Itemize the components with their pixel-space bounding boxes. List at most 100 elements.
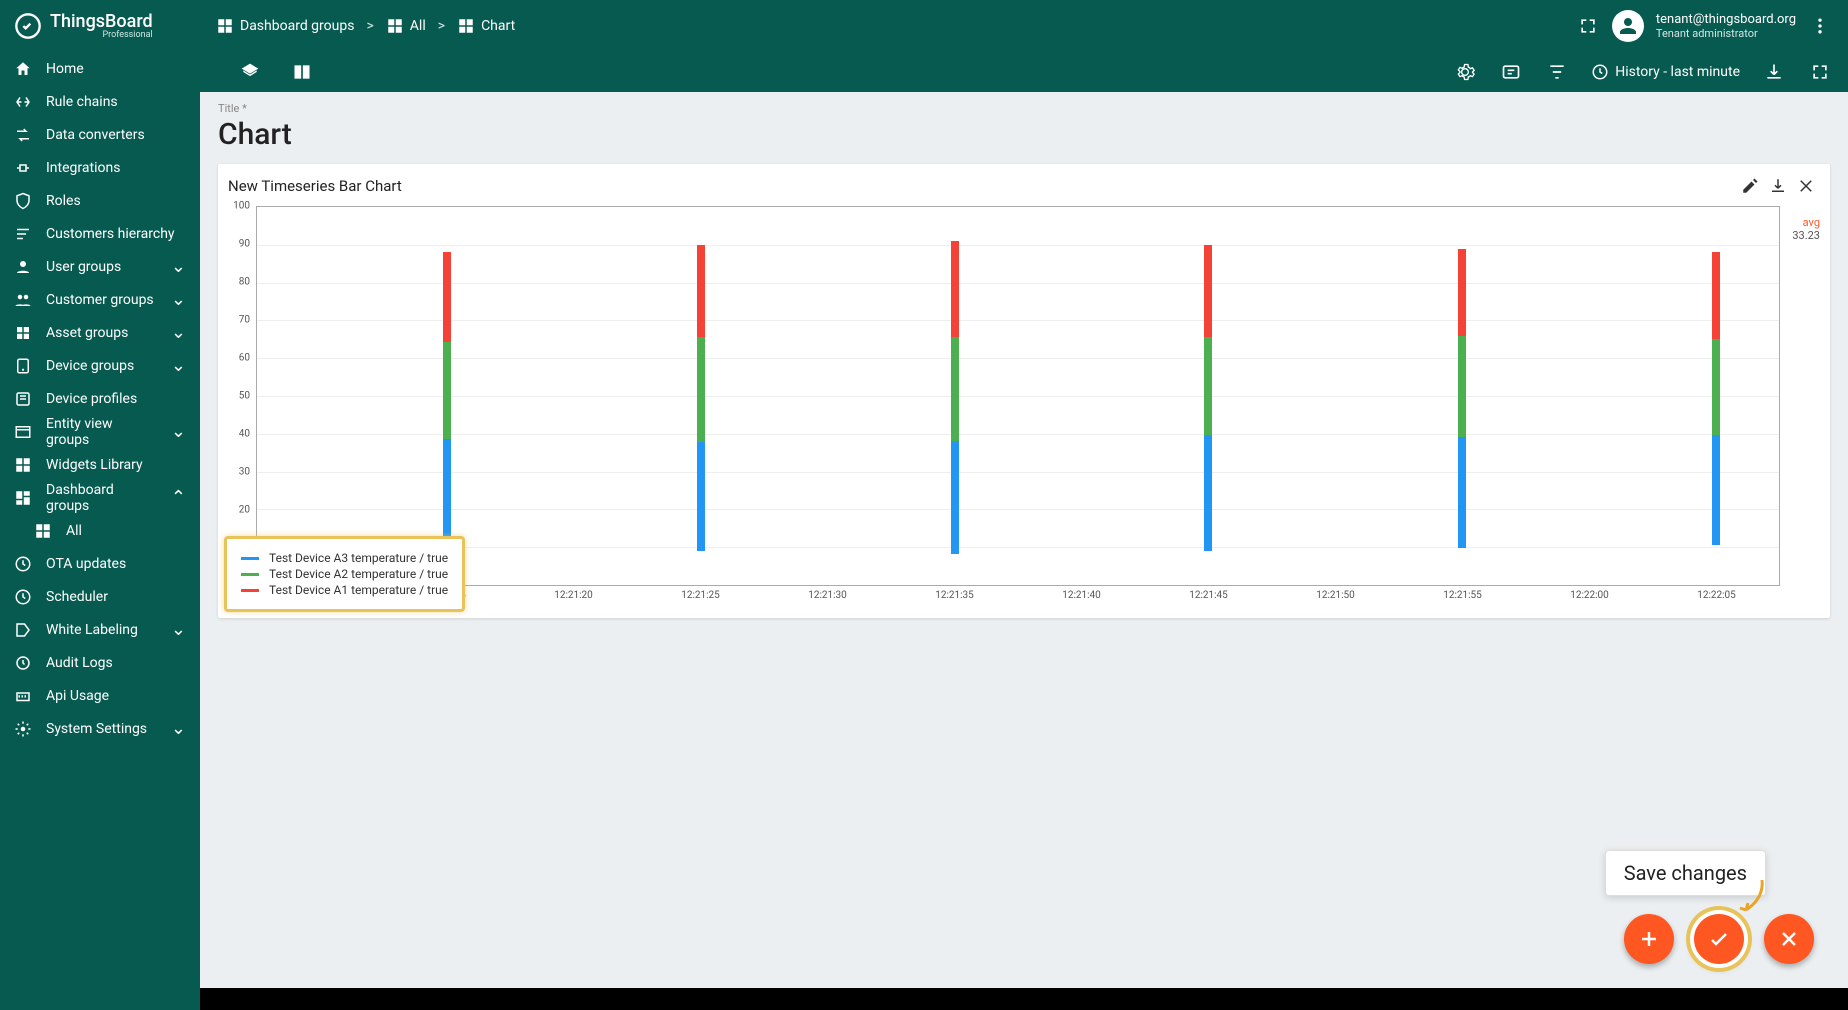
- sidebar-item-white-labeling[interactable]: White Labeling ⌄: [0, 613, 200, 646]
- sidebar-item-label: Customer groups: [46, 292, 157, 308]
- chevron-down-icon: ⌄: [171, 421, 186, 442]
- apply-changes-button[interactable]: [1694, 914, 1744, 964]
- user-icon: [14, 258, 32, 276]
- dashboard-icon: [216, 17, 234, 35]
- x-tick: 12:21:35: [935, 590, 974, 601]
- close-icon[interactable]: [1792, 172, 1820, 200]
- x-tick: 12:21:45: [1189, 590, 1228, 601]
- edit-icon[interactable]: [1736, 172, 1764, 200]
- page-title[interactable]: Chart: [218, 117, 1830, 152]
- fab-row: [1624, 914, 1814, 964]
- bar-segment: [1712, 435, 1720, 545]
- y-tick: 90: [239, 239, 250, 250]
- sidebar-item-widgets-library[interactable]: Widgets Library: [0, 448, 200, 481]
- bar-segment: [951, 441, 959, 555]
- entityview-icon: [14, 423, 32, 441]
- sidebar-item-label: All: [66, 523, 186, 539]
- sidebar-item-all[interactable]: All: [0, 514, 200, 547]
- sidebar-item-integrations[interactable]: Integrations: [0, 151, 200, 184]
- bottom-strip: [200, 988, 1848, 1010]
- bar-segment: [1204, 245, 1212, 337]
- sidebar-item-device-profiles[interactable]: Device profiles: [0, 382, 200, 415]
- sidebar: ThingsBoard Professional Home Rule chain…: [0, 0, 200, 1010]
- avg-value: 33.23: [1780, 229, 1820, 242]
- bar-stack: [697, 245, 705, 585]
- decline-changes-button[interactable]: [1764, 914, 1814, 964]
- user-info[interactable]: tenant@thingsboard.org Tenant administra…: [1656, 12, 1796, 41]
- sidebar-item-dashboard-groups[interactable]: Dashboard groups ⌃: [0, 481, 200, 514]
- legend-label: Test Device A1 temperature / true: [269, 583, 448, 597]
- sidebar-item-ota-updates[interactable]: OTA updates: [0, 547, 200, 580]
- bar-segment: [697, 337, 705, 442]
- sidebar-item-customer-groups[interactable]: Customer groups ⌄: [0, 283, 200, 316]
- bar-segment: [1712, 252, 1720, 338]
- add-widget-button[interactable]: [1624, 914, 1674, 964]
- sidebar-item-roles[interactable]: Roles: [0, 184, 200, 217]
- chevron-down-icon: ⌄: [171, 718, 186, 739]
- clock-icon: [1591, 63, 1609, 81]
- legend-swatch: [241, 589, 259, 592]
- logo-icon: [14, 12, 42, 40]
- sidebar-item-label: Widgets Library: [46, 457, 186, 473]
- y-tick: 20: [239, 505, 250, 516]
- sidebar-item-entity-view-groups[interactable]: Entity view groups ⌄: [0, 415, 200, 448]
- sidebar-item-data-converters[interactable]: Data converters: [0, 118, 200, 151]
- sidebar-item-asset-groups[interactable]: Asset groups ⌄: [0, 316, 200, 349]
- sidebar-item-home[interactable]: Home: [0, 52, 200, 85]
- legend-item[interactable]: Test Device A3 temperature / true: [241, 551, 448, 565]
- sidebar-item-api-usage[interactable]: Api Usage: [0, 679, 200, 712]
- hierarchy-icon: [14, 225, 32, 243]
- y-tick: 70: [239, 315, 250, 326]
- breadcrumb-chart[interactable]: Chart: [457, 17, 515, 35]
- dashboard-toolbar: History - last minute: [200, 52, 1848, 92]
- gear-icon[interactable]: [1453, 60, 1477, 84]
- dashboards-icon: [14, 489, 32, 507]
- bar-stack: [951, 241, 959, 585]
- y-tick: 40: [239, 429, 250, 440]
- clock-icon: [14, 588, 32, 606]
- time-window-selector[interactable]: History - last minute: [1591, 63, 1740, 81]
- sidebar-item-label: Api Usage: [46, 688, 186, 704]
- layouts-icon[interactable]: [290, 60, 314, 84]
- download-icon[interactable]: [1764, 172, 1792, 200]
- sidebar-item-label: Scheduler: [46, 589, 186, 605]
- sidebar-item-customers-hierarchy[interactable]: Customers hierarchy: [0, 217, 200, 250]
- layers-icon[interactable]: [238, 60, 262, 84]
- x-tick: 12:21:25: [681, 590, 720, 601]
- logo[interactable]: ThingsBoard Professional: [0, 0, 200, 52]
- shield-icon: [14, 192, 32, 210]
- more-icon[interactable]: [1808, 14, 1832, 38]
- breadcrumb-dashboard-groups[interactable]: Dashboard groups: [216, 17, 354, 35]
- export-icon[interactable]: [1762, 60, 1786, 84]
- y-tick: 60: [239, 353, 250, 364]
- sidebar-item-system-settings[interactable]: System Settings ⌄: [0, 712, 200, 745]
- avatar[interactable]: [1612, 10, 1644, 42]
- sidebar-item-rule-chains[interactable]: Rule chains: [0, 85, 200, 118]
- sidebar-item-audit-logs[interactable]: Audit Logs: [0, 646, 200, 679]
- sidebar-item-label: Customers hierarchy: [46, 226, 186, 242]
- nav: Home Rule chains Data converters Integra…: [0, 52, 200, 1010]
- topbar: Dashboard groups > All > Chart tenant@th…: [200, 0, 1848, 52]
- sidebar-item-scheduler[interactable]: Scheduler: [0, 580, 200, 613]
- bar-segment: [443, 342, 451, 438]
- chart-legend: Test Device A3 temperature / true Test De…: [224, 536, 465, 612]
- entity-alias-icon[interactable]: [1499, 60, 1523, 84]
- sidebar-item-user-groups[interactable]: User groups ⌄: [0, 250, 200, 283]
- breadcrumb-all[interactable]: All: [386, 17, 426, 35]
- bar-segment: [443, 439, 451, 545]
- filter-icon[interactable]: [1545, 60, 1569, 84]
- sidebar-item-label: Asset groups: [46, 325, 157, 341]
- legend-item[interactable]: Test Device A1 temperature / true: [241, 583, 448, 597]
- x-tick: 12:21:20: [554, 590, 593, 601]
- brand-edition: Professional: [50, 31, 153, 40]
- bar-segment: [1204, 435, 1212, 551]
- y-tick: 80: [239, 277, 250, 288]
- legend-item[interactable]: Test Device A2 temperature / true: [241, 567, 448, 581]
- fullscreen-icon[interactable]: [1576, 14, 1600, 38]
- bar-segment: [951, 241, 959, 337]
- sidebar-item-label: Device profiles: [46, 391, 186, 407]
- bar-segment: [697, 442, 705, 551]
- fullscreen-dashboard-icon[interactable]: [1808, 60, 1832, 84]
- sidebar-item-device-groups[interactable]: Device groups ⌄: [0, 349, 200, 382]
- y-tick: 50: [239, 391, 250, 402]
